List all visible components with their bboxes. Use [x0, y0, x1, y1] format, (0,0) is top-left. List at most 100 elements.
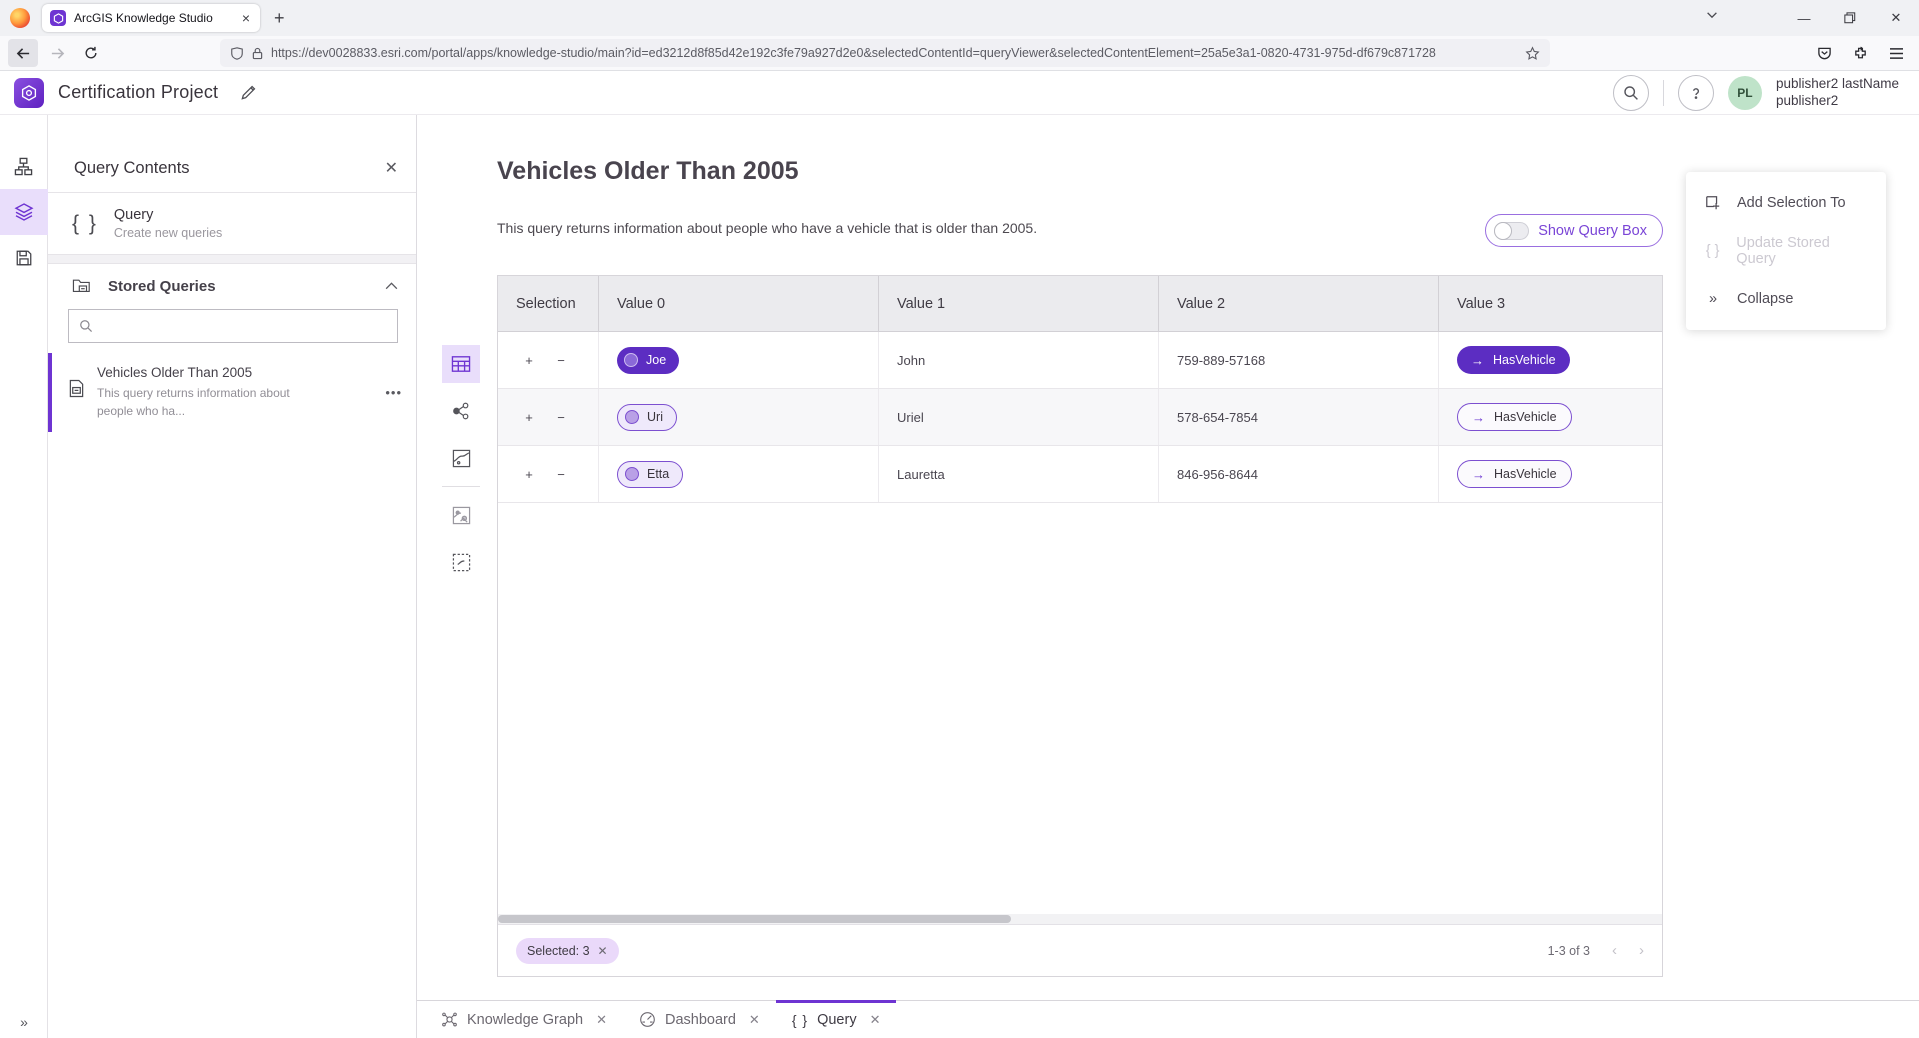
- avatar[interactable]: PL: [1728, 76, 1762, 110]
- table-cell[interactable]: Uriel: [879, 389, 1159, 445]
- menu-item-collapse[interactable]: » Collapse: [1686, 275, 1886, 323]
- help-button[interactable]: [1678, 75, 1714, 111]
- tab-list-chevron-icon[interactable]: [1705, 8, 1719, 22]
- rail-project-hierarchy-button[interactable]: [0, 143, 48, 189]
- new-tab-button[interactable]: +: [274, 8, 285, 29]
- firefox-icon[interactable]: [10, 8, 30, 28]
- close-tab-icon[interactable]: ✕: [870, 1012, 881, 1028]
- tab-close-icon[interactable]: ×: [242, 11, 250, 25]
- select-extent-icon: [452, 553, 471, 572]
- map-view-button[interactable]: [442, 439, 480, 477]
- panel-close-icon[interactable]: ✕: [385, 158, 398, 178]
- close-window-button[interactable]: ✕: [1873, 10, 1919, 26]
- clear-selection-icon[interactable]: ✕: [598, 944, 608, 958]
- edit-title-pencil-icon[interactable]: [240, 84, 257, 101]
- table-cell[interactable]: 759-889-57168: [1159, 332, 1439, 388]
- user-info[interactable]: publisher2 lastName publisher2: [1776, 76, 1905, 110]
- entity-pill[interactable]: Joe: [617, 347, 679, 374]
- add-to-selection-button[interactable]: +: [522, 353, 536, 368]
- query-item-subtitle: Create new queries: [114, 226, 222, 240]
- query-create-item[interactable]: { } Query Create new queries: [48, 193, 416, 255]
- tab-knowledge-graph[interactable]: Knowledge Graph ✕: [425, 1001, 623, 1038]
- pocket-icon[interactable]: [1809, 39, 1839, 67]
- navbar-right-icons: [1809, 39, 1911, 67]
- reload-button[interactable]: [76, 39, 106, 67]
- add-to-selection-button[interactable]: +: [522, 467, 536, 482]
- table-cell[interactable]: Lauretta: [879, 446, 1159, 502]
- entity-pill[interactable]: Etta: [617, 461, 683, 488]
- minimize-button[interactable]: —: [1781, 11, 1827, 26]
- menu-item-add-selection-to[interactable]: Add Selection To: [1686, 179, 1886, 227]
- toolbar-divider: [442, 486, 480, 487]
- arrow-right-icon: →: [1471, 353, 1484, 368]
- map-overlay-view-button[interactable]: [442, 496, 480, 534]
- scrollbar-thumb[interactable]: [498, 915, 1011, 923]
- stored-queries-header[interactable]: Stored Queries: [48, 264, 416, 305]
- rail-layers-button[interactable]: [0, 189, 48, 235]
- relationship-pill[interactable]: →HasVehicle: [1457, 403, 1572, 431]
- table-cell[interactable]: 578-654-7854: [1159, 389, 1439, 445]
- map-icon: [452, 449, 471, 468]
- browser-tab[interactable]: ArcGIS Knowledge Studio ×: [42, 4, 260, 32]
- arcgis-favicon-icon: [50, 10, 66, 26]
- knowledge-graph-icon: [441, 1011, 458, 1028]
- back-button[interactable]: [8, 39, 38, 67]
- expand-rail-icon[interactable]: »: [0, 1014, 48, 1030]
- tab-title: ArcGIS Knowledge Studio: [74, 11, 234, 25]
- table-view-button[interactable]: [442, 345, 480, 383]
- table-cell[interactable]: 846-956-8644: [1159, 446, 1439, 502]
- rail-save-button[interactable]: [0, 235, 48, 281]
- search-button[interactable]: [1613, 75, 1649, 111]
- url-bar[interactable]: https://dev0028833.esri.com/portal/apps/…: [220, 39, 1550, 67]
- stored-query-title: Vehicles Older Than 2005: [97, 365, 290, 380]
- entity-pill[interactable]: Uri: [617, 404, 677, 431]
- tab-dashboard[interactable]: Dashboard ✕: [623, 1001, 776, 1038]
- column-header[interactable]: Value 1: [879, 276, 1159, 331]
- show-query-box-toggle[interactable]: Show Query Box: [1485, 214, 1663, 247]
- previous-page-icon[interactable]: ‹: [1612, 942, 1617, 959]
- collapse-section-chevron-icon[interactable]: [385, 282, 398, 290]
- menu-hamburger-icon[interactable]: [1881, 39, 1911, 67]
- left-icon-rail: »: [0, 115, 48, 1038]
- main-content: Vehicles Older Than 2005 This query retu…: [417, 115, 1919, 1038]
- select-extent-view-button[interactable]: [442, 543, 480, 581]
- table-row[interactable]: + − Joe John 759-889-57168 →HasVehicle: [498, 332, 1662, 389]
- forward-button[interactable]: [42, 39, 72, 67]
- add-to-selection-button[interactable]: +: [522, 410, 536, 425]
- search-input[interactable]: [101, 319, 387, 334]
- horizontal-scrollbar[interactable]: [498, 914, 1662, 924]
- remove-from-selection-button[interactable]: −: [554, 353, 568, 368]
- close-tab-icon[interactable]: ✕: [596, 1012, 607, 1028]
- remove-from-selection-button[interactable]: −: [554, 410, 568, 425]
- next-page-icon[interactable]: ›: [1639, 942, 1644, 959]
- folder-icon: [72, 277, 92, 295]
- menu-item-update-stored-query[interactable]: { } Update Stored Query: [1686, 227, 1886, 275]
- table-row[interactable]: + − Uri Uriel 578-654-7854 →HasVehicle: [498, 389, 1662, 446]
- toggle-switch[interactable]: [1494, 222, 1529, 240]
- item-options-ellipsis-icon[interactable]: •••: [385, 385, 402, 400]
- restore-button[interactable]: [1827, 12, 1873, 24]
- header-divider: [1663, 80, 1664, 106]
- stored-query-item[interactable]: Vehicles Older Than 2005 This query retu…: [48, 353, 416, 432]
- extensions-puzzle-icon[interactable]: [1845, 39, 1875, 67]
- column-header[interactable]: Value 0: [599, 276, 879, 331]
- bookmark-star-icon[interactable]: [1525, 46, 1540, 61]
- bottom-tab-bar: Knowledge Graph ✕ Dashboard ✕ { } Query …: [417, 1000, 1919, 1038]
- column-header[interactable]: Value 3: [1439, 276, 1662, 331]
- remove-from-selection-button[interactable]: −: [554, 467, 568, 482]
- table-cell[interactable]: John: [879, 332, 1159, 388]
- close-tab-icon[interactable]: ✕: [749, 1012, 760, 1028]
- user-role: publisher2: [1776, 93, 1899, 110]
- braces-icon: { }: [72, 212, 98, 236]
- relationship-pill[interactable]: →HasVehicle: [1457, 460, 1572, 488]
- link-chart-view-button[interactable]: [442, 392, 480, 430]
- column-header[interactable]: Value 2: [1159, 276, 1439, 331]
- relationship-pill[interactable]: →HasVehicle: [1457, 346, 1570, 374]
- table-row[interactable]: + − Etta Lauretta 846-956-8644 →HasVehic…: [498, 446, 1662, 503]
- header-actions: PL publisher2 lastName publisher2: [1613, 75, 1905, 111]
- column-header[interactable]: Selection: [498, 276, 599, 331]
- tab-query[interactable]: { } Query ✕: [776, 1001, 897, 1038]
- selected-count-chip[interactable]: Selected: 3 ✕: [516, 938, 619, 964]
- braces-icon: { }: [1704, 243, 1721, 259]
- stored-queries-search[interactable]: [68, 309, 398, 343]
